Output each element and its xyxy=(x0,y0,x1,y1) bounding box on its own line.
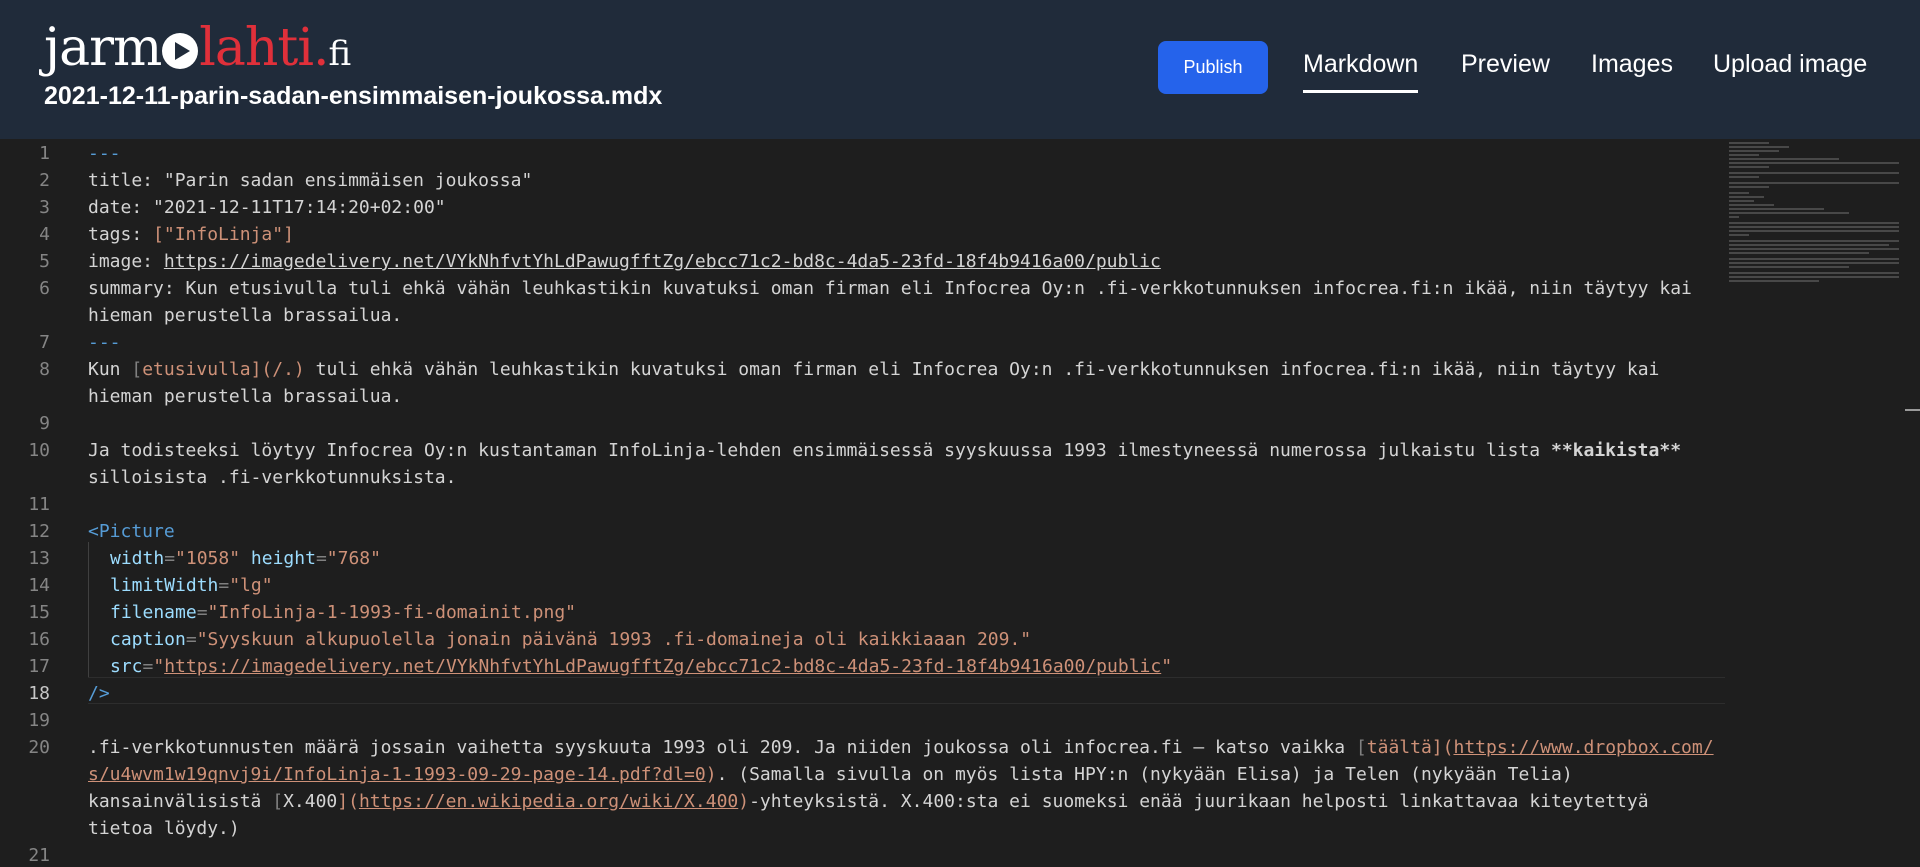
code-line: tags: ["InfoLinja"] xyxy=(88,224,294,245)
code-line-wrap: s/u4wvm1w19qnvj9i/InfoLinja-1-1993-09-29… xyxy=(88,764,1573,785)
tab-upload-image[interactable]: Upload image xyxy=(1713,50,1867,79)
code-line-wrap: tietoa löydy.) xyxy=(88,818,240,839)
code-line-wrap: hieman perustella brassailua. xyxy=(88,305,403,326)
logo-text-lahti: lahti xyxy=(199,18,314,78)
code-line: src="https://imagedelivery.net/VYkNhfvtY… xyxy=(110,656,1173,677)
code-line-wrap: kansainvälisistä [X.400](https://en.wiki… xyxy=(88,791,1649,812)
minimap[interactable] xyxy=(1725,139,1905,867)
play-icon xyxy=(162,33,199,69)
tab-images[interactable]: Images xyxy=(1591,50,1673,79)
logo-text-fi: fi xyxy=(328,34,352,74)
logo-text-jarmo: jarm xyxy=(44,18,162,78)
line-number: 9 xyxy=(39,413,50,434)
dropbox-link-continued[interactable]: s/u4wvm1w19qnvj9i/InfoLinja-1-1993-09-29… xyxy=(88,764,706,785)
code-line: <Picture xyxy=(88,521,175,542)
code-line: title: "Parin sadan ensimmäisen joukossa… xyxy=(88,170,533,191)
line-number: 11 xyxy=(28,494,50,515)
tab-markdown[interactable]: Markdown xyxy=(1303,50,1419,93)
dropbox-link[interactable]: https://www.dropbox.com/ xyxy=(1453,737,1713,758)
code-line: Ja todisteeksi löytyy Infocrea Oy:n kust… xyxy=(88,440,1682,461)
code-line-current: /> xyxy=(88,683,110,704)
code-editor[interactable]: 1 2 3 4 5 6 7 8 9 10 11 12 13 14 15 16 1… xyxy=(0,139,1920,867)
code-line: width="1058" height="768" xyxy=(110,548,381,569)
site-logo[interactable]: jarm lahti.fi xyxy=(44,4,351,84)
src-url-link[interactable]: https://imagedelivery.net/VYkNhfvtYhLdPa… xyxy=(164,656,1161,677)
line-number: 19 xyxy=(28,710,50,731)
code-line: --- xyxy=(88,143,121,164)
logo-dot: . xyxy=(312,18,330,78)
tab-preview[interactable]: Preview xyxy=(1461,50,1550,79)
code-line: date: "2021-12-11T17:14:20+02:00" xyxy=(88,197,446,218)
code-line: filename="InfoLinja-1-1993-fi-domainit.p… xyxy=(110,602,577,623)
code-line: limitWidth="lg" xyxy=(110,575,273,596)
app-header: jarm lahti.fi 2021-12-11-parin-sadan-ensi… xyxy=(0,0,1920,139)
code-line-wrap: silloisista .fi-verkkotunnuksista. xyxy=(88,467,457,488)
wikipedia-link[interactable]: https://en.wikipedia.org/wiki/X.400 xyxy=(359,791,738,812)
image-url-link[interactable]: https://imagedelivery.net/VYkNhfvtYhLdPa… xyxy=(164,251,1161,272)
line-number: 21 xyxy=(28,845,50,866)
publish-button[interactable]: Publish xyxy=(1158,41,1268,94)
code-line: summary: Kun etusivulla tuli ehkä vähän … xyxy=(88,278,1692,299)
file-name: 2021-12-11-parin-sadan-ensimmaisen-jouko… xyxy=(44,82,663,110)
code-line: image: https://imagedelivery.net/VYkNhfv… xyxy=(88,251,1161,272)
code-line-wrap: hieman perustella brassailua. xyxy=(88,386,403,407)
code-line: --- xyxy=(88,332,121,353)
code-line: caption="Syyskuun alkupuolella jonain pä… xyxy=(110,629,1032,650)
code-line: .fi-verkkotunnusten määrä jossain vaihet… xyxy=(88,737,1714,758)
code-line: Kun [etusivulla](/.) tuli ehkä vähän leu… xyxy=(88,359,1660,380)
scrollbar-thumb[interactable] xyxy=(1905,409,1920,411)
